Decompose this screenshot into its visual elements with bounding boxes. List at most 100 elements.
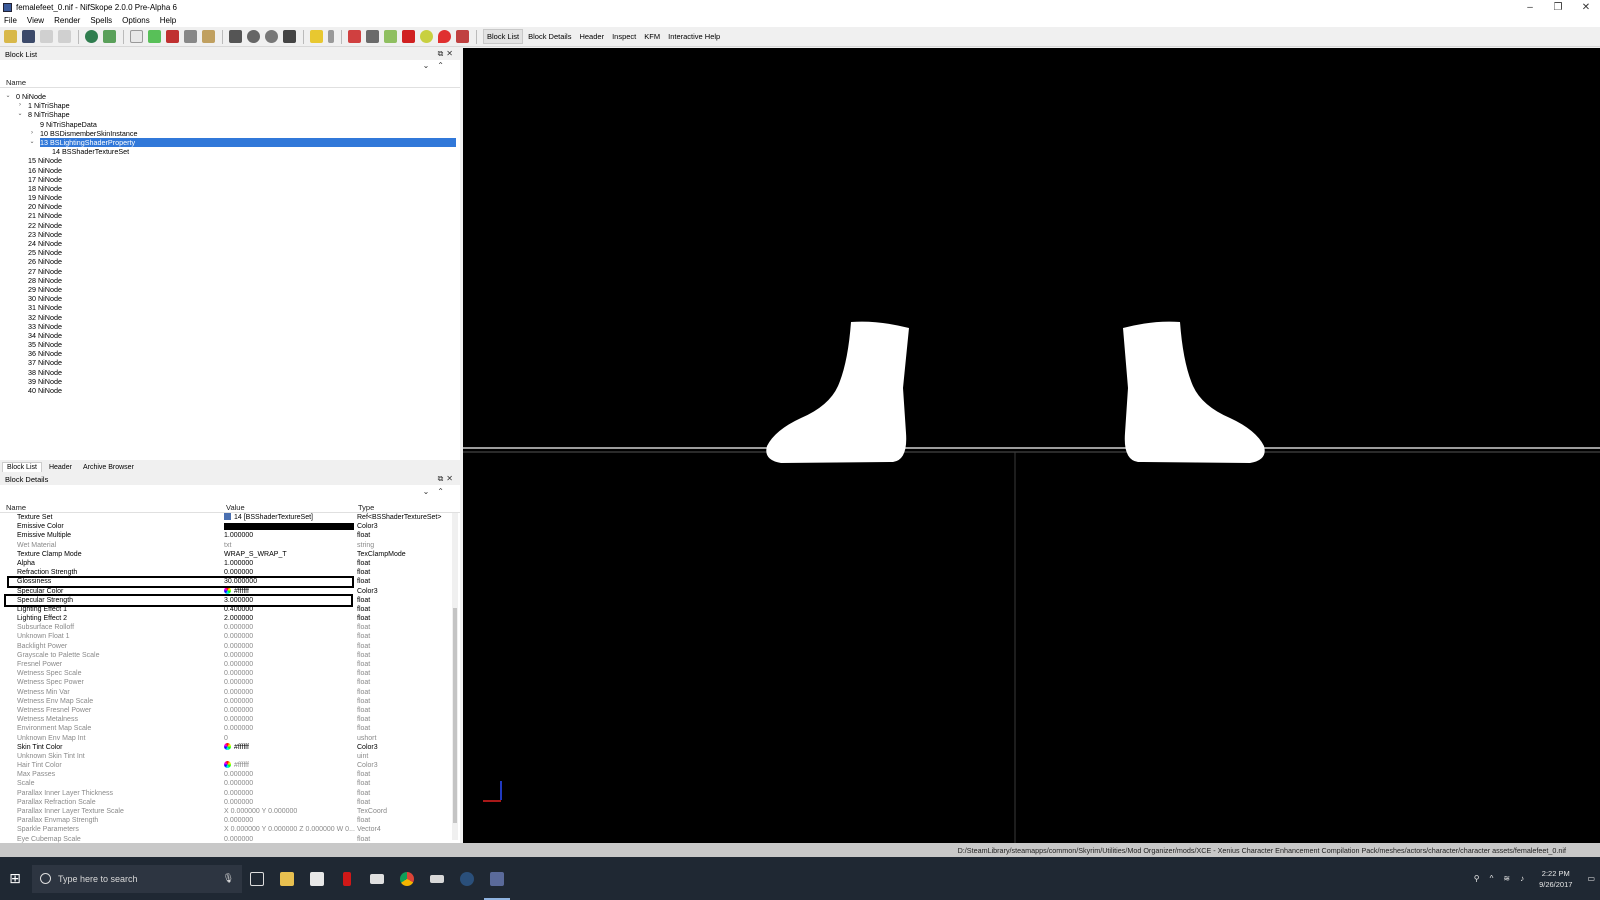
hide-icon[interactable]	[265, 30, 278, 43]
details-row[interactable]: Wetness Spec Power 0.000000 float	[0, 678, 452, 687]
field-value[interactable]: 0.000000	[224, 706, 253, 715]
people-icon[interactable]: ⚲	[1474, 874, 1480, 883]
axes-icon[interactable]	[348, 30, 361, 43]
tree-row[interactable]: 21 NiNode	[0, 211, 460, 220]
tree-row[interactable]: › 10 BSDismemberSkinInstance	[0, 129, 460, 138]
tree-row[interactable]: 31 NiNode	[0, 303, 460, 312]
details-row[interactable]: Emissive Multiple 1.000000 float	[0, 531, 452, 540]
color-value-bar[interactable]	[224, 523, 354, 531]
details-row[interactable]: Wetness Env Map Scale 0.000000 float	[0, 697, 452, 706]
field-value[interactable]: #ffffff	[224, 742, 249, 752]
field-value[interactable]: 0.000000	[224, 779, 253, 788]
constraints-icon[interactable]	[384, 30, 397, 43]
field-value[interactable]: 0.000000	[224, 770, 253, 779]
close-button[interactable]: ✕	[1572, 0, 1600, 14]
field-value[interactable]: 0.000000	[224, 697, 253, 706]
field-value[interactable]: 0.000000	[224, 651, 253, 660]
field-value[interactable]: 0.000000	[224, 724, 253, 733]
tree-row[interactable]: ⌄ 0 NiNode	[0, 92, 460, 101]
field-value[interactable]: 0.000000	[224, 678, 253, 687]
details-row[interactable]: Wetness Min Var 0.000000 float	[0, 688, 452, 697]
menu-view[interactable]: View	[27, 16, 44, 25]
field-value[interactable]: #ffffff	[224, 761, 249, 770]
dock-controls[interactable]: ⧉✕	[438, 49, 456, 59]
tree-row[interactable]: › 1 NiTriShape	[0, 101, 460, 110]
details-row[interactable]: Max Passes 0.000000 float	[0, 770, 452, 779]
tab-kfm[interactable]: KFM	[641, 30, 663, 43]
wireframe-icon[interactable]	[130, 30, 143, 43]
tree-row[interactable]: 36 NiNode	[0, 349, 460, 358]
details-row[interactable]: Scale 0.000000 float	[0, 779, 452, 788]
menu-options[interactable]: Options	[122, 16, 150, 25]
field-value[interactable]: 0.000000	[224, 798, 253, 807]
details-row[interactable]: Emissive Color Color3	[0, 522, 452, 531]
field-value[interactable]: 0.000000	[224, 715, 253, 724]
mail-icon[interactable]	[362, 857, 392, 900]
tree-row[interactable]: 19 NiNode	[0, 193, 460, 202]
details-row[interactable]: Wetness Spec Scale 0.000000 float	[0, 669, 452, 678]
details-row[interactable]: Texture Set 14 [BSShaderTextureSet] Ref<BS…	[0, 513, 452, 522]
mo-icon[interactable]	[422, 857, 452, 900]
field-value[interactable]: 0.000000	[224, 688, 253, 697]
tab-header-bottom[interactable]: Header	[45, 463, 76, 472]
chrome-icon[interactable]	[392, 857, 422, 900]
tree-row[interactable]: 37 NiNode	[0, 358, 460, 367]
details-row[interactable]: Parallax Inner Layer Thickness 0.000000 fl…	[0, 789, 452, 798]
tree-row[interactable]: 27 NiNode	[0, 267, 460, 276]
field-value[interactable]: X 0.000000 Y 0.000000	[224, 807, 297, 816]
tab-inspect[interactable]: Inspect	[609, 30, 639, 43]
nodes-icon[interactable]	[366, 30, 379, 43]
details-row[interactable]: Wetness Metalness 0.000000 float	[0, 715, 452, 724]
expand-collapse-controls[interactable]: ⌄⌃	[423, 61, 452, 70]
details-row[interactable]: Texture Clamp Mode WRAP_S_WRAP_T TexClampM…	[0, 550, 452, 559]
store-icon[interactable]	[302, 857, 332, 900]
field-value[interactable]: 2.000000	[224, 614, 253, 623]
field-value[interactable]: 0.000000	[224, 816, 253, 825]
details-row[interactable]: Parallax Refraction Scale 0.000000 float	[0, 798, 452, 807]
details-row[interactable]: Unknown Float 1 0.000000 float	[0, 632, 452, 641]
havok-icon[interactable]	[402, 30, 415, 43]
microphone-icon[interactable]: 🎙	[223, 873, 234, 884]
nifskope-taskbar-icon[interactable]	[482, 857, 512, 900]
solid-icon[interactable]	[148, 30, 161, 43]
tree-row[interactable]: 33 NiNode	[0, 322, 460, 331]
chevron-down-icon[interactable]: ⌄	[16, 110, 24, 119]
details-row[interactable]: Backlight Power 0.000000 float	[0, 642, 452, 651]
tree-row[interactable]: 9 NiTriShapeData	[0, 120, 460, 129]
tree-row[interactable]: 32 NiNode	[0, 313, 460, 322]
details-scrollbar[interactable]	[452, 513, 458, 840]
chevron-down-icon[interactable]: ⌄	[4, 92, 12, 101]
tab-archive-browser[interactable]: Archive Browser	[79, 463, 138, 472]
field-value[interactable]: 0.000000	[224, 660, 253, 669]
field-value[interactable]: 14 [BSShaderTextureSet]	[224, 513, 313, 522]
tree-row[interactable]: 35 NiNode	[0, 340, 460, 349]
tab-interactive-help[interactable]: Interactive Help	[665, 30, 723, 43]
tray-chevron-icon[interactable]: ^	[1490, 874, 1494, 883]
details-row[interactable]: Subsurface Rolloff 0.000000 float	[0, 623, 452, 632]
volume-icon[interactable]: ♪	[1520, 874, 1524, 883]
details-row[interactable]: Hair Tint Color #ffffff Color3	[0, 761, 452, 770]
details-row[interactable]: Wetness Fresnel Power 0.000000 float	[0, 706, 452, 715]
details-row[interactable]: Unknown Env Map Int 0 ushort	[0, 734, 452, 743]
details-row[interactable]: Skin Tint Color #ffffff Color3	[0, 742, 452, 752]
tab-block-list[interactable]: Block List	[483, 29, 524, 44]
cube-icon[interactable]	[202, 30, 215, 43]
save-icon[interactable]	[22, 30, 35, 43]
minimize-button[interactable]: –	[1516, 0, 1544, 14]
furniture-icon[interactable]	[420, 30, 433, 43]
collision-icon[interactable]	[456, 30, 469, 43]
eye-icon[interactable]	[247, 30, 260, 43]
details-row[interactable]: Parallax Envmap Strength 0.000000 float	[0, 816, 452, 825]
steam-icon[interactable]	[452, 857, 482, 900]
texture-icon[interactable]	[166, 30, 179, 43]
scrollbar-thumb[interactable]	[453, 608, 457, 823]
tree-row[interactable]: 39 NiNode	[0, 377, 460, 386]
globe-icon[interactable]	[85, 30, 98, 43]
skeleton-icon[interactable]	[229, 30, 242, 43]
tree-row[interactable]: 28 NiNode	[0, 276, 460, 285]
details-row[interactable]: Sparkle Parameters X 0.000000 Y 0.000000 …	[0, 825, 452, 834]
tree-row[interactable]: 20 NiNode	[0, 202, 460, 211]
details-row[interactable]: Alpha 1.000000 float	[0, 559, 452, 568]
details-row[interactable]: Grayscale to Palette Scale 0.000000 float	[0, 651, 452, 660]
grid-icon[interactable]	[103, 30, 116, 43]
